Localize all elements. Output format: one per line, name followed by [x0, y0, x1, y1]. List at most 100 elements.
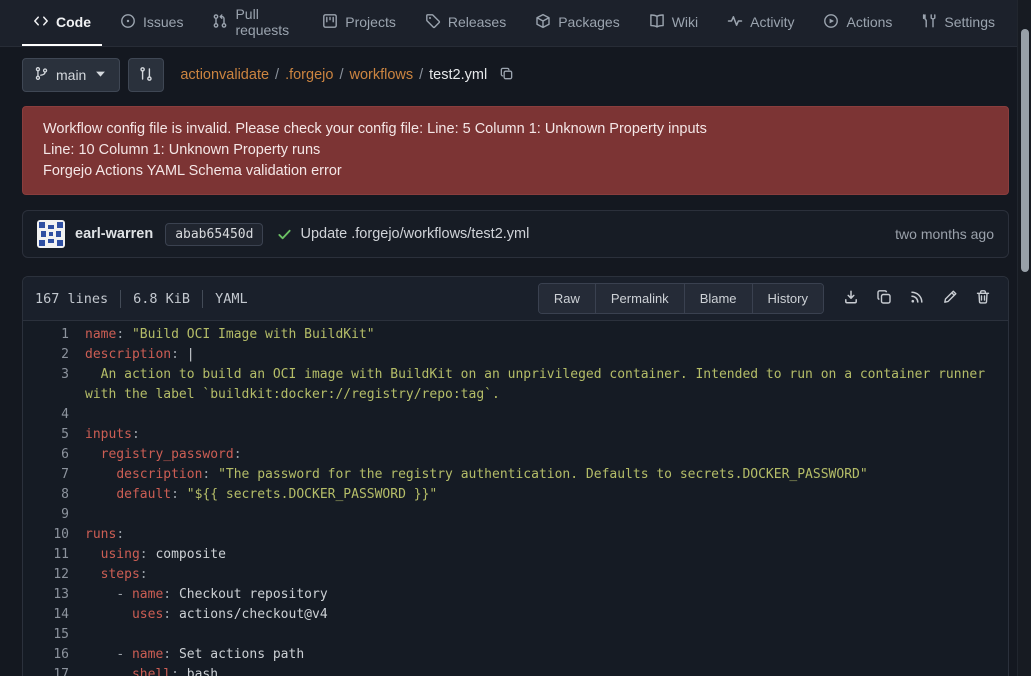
- play-circle-icon: [823, 13, 839, 32]
- breadcrumb-separator: /: [419, 67, 423, 83]
- rss-button[interactable]: [904, 286, 930, 312]
- download-icon: [843, 289, 859, 308]
- tab-wiki[interactable]: Wiki: [638, 0, 709, 46]
- code-lines: 1name: "Build OCI Image with BuildKit"2d…: [23, 325, 1008, 676]
- line-number[interactable]: 6: [23, 445, 85, 465]
- branch-button[interactable]: main: [22, 58, 120, 92]
- raw-button[interactable]: Raw: [539, 284, 595, 313]
- code-line-content: - name: Checkout repository: [85, 585, 1008, 605]
- commit-hash-badge[interactable]: abab65450d: [165, 223, 263, 246]
- tab-actions[interactable]: Actions: [812, 0, 903, 46]
- code-line-content: [85, 625, 1008, 645]
- line-number[interactable]: 16: [23, 645, 85, 665]
- line-number[interactable]: 8: [23, 485, 85, 505]
- line-number[interactable]: 5: [23, 425, 85, 445]
- code-line-content: An action to build an OCI image with Bui…: [85, 365, 1008, 405]
- tab-settings[interactable]: Settings: [910, 0, 1006, 46]
- tab-projects[interactable]: Projects: [311, 0, 407, 46]
- line-number[interactable]: 2: [23, 345, 85, 365]
- blame-button[interactable]: Blame: [684, 284, 752, 313]
- divider: [120, 290, 121, 308]
- file-header: 167 lines 6.8 KiB YAML Raw Permalink Bla…: [23, 277, 1008, 321]
- chevron-down-icon: [93, 66, 108, 84]
- breadcrumb-separator: /: [275, 67, 279, 83]
- line-number[interactable]: 15: [23, 625, 85, 645]
- breadcrumb-file-name: test2.yml: [429, 67, 487, 83]
- code-line: 6 registry_password:: [23, 445, 1008, 465]
- commit-check-icon: [277, 227, 292, 242]
- error-banner: Workflow config file is invalid. Please …: [22, 106, 1009, 195]
- file-action-icons: [838, 286, 996, 312]
- line-number[interactable]: 9: [23, 505, 85, 525]
- breadcrumb: actionvalidate / .forgejo / workflows / …: [180, 66, 514, 85]
- code-line: 14 uses: actions/checkout@v4: [23, 605, 1008, 625]
- download-button[interactable]: [838, 286, 864, 312]
- code-line-content: - name: Set actions path: [85, 645, 1008, 665]
- copy-path-button[interactable]: [499, 66, 514, 85]
- history-button[interactable]: History: [752, 284, 823, 313]
- code-line-content: [85, 405, 1008, 425]
- branch-label: main: [56, 67, 86, 83]
- tab-activity[interactable]: Activity: [716, 0, 805, 46]
- scrollbar-thumb[interactable]: [1021, 29, 1029, 272]
- code-line: 9: [23, 505, 1008, 525]
- line-number[interactable]: 7: [23, 465, 85, 485]
- tab-releases-label: Releases: [448, 14, 506, 30]
- code-line-content: registry_password:: [85, 445, 1008, 465]
- code-line: 4: [23, 405, 1008, 425]
- tab-pull-requests-label: Pull requests: [235, 6, 293, 38]
- tab-code[interactable]: Code: [22, 0, 102, 46]
- breadcrumb-repo-link[interactable]: actionvalidate: [180, 67, 269, 83]
- line-number[interactable]: 13: [23, 585, 85, 605]
- tab-wiki-label: Wiki: [672, 14, 698, 30]
- project-board-icon: [322, 13, 338, 32]
- line-number[interactable]: 3: [23, 365, 85, 405]
- breadcrumb-dir-link-workflows[interactable]: workflows: [349, 67, 413, 83]
- line-number[interactable]: 12: [23, 565, 85, 585]
- code-line-content: default: "${{ secrets.DOCKER_PASSWORD }}…: [85, 485, 1008, 505]
- file-size: 6.8 KiB: [133, 291, 190, 307]
- code-line: 10runs:: [23, 525, 1008, 545]
- tab-pull-requests[interactable]: Pull requests: [201, 0, 304, 46]
- compare-button[interactable]: [128, 58, 164, 92]
- line-number[interactable]: 1: [23, 325, 85, 345]
- commit-author[interactable]: earl-warren: [75, 226, 153, 242]
- code-line: 12 steps:: [23, 565, 1008, 585]
- rss-icon: [909, 289, 925, 308]
- code-line: 17 shell: bash: [23, 665, 1008, 676]
- code-line: 13 - name: Checkout repository: [23, 585, 1008, 605]
- copy-content-button[interactable]: [871, 286, 897, 312]
- file-lines-count: 167 lines: [35, 291, 108, 307]
- divider: [202, 290, 203, 308]
- code-line: 2description: |: [23, 345, 1008, 365]
- tab-issues[interactable]: Issues: [109, 0, 194, 46]
- view-button-group: Raw Permalink Blame History: [538, 283, 824, 314]
- tab-packages[interactable]: Packages: [524, 0, 630, 46]
- tab-packages-label: Packages: [558, 14, 619, 30]
- tab-releases[interactable]: Releases: [414, 0, 517, 46]
- file-toolbar: main actionvalidate / .forgejo / workflo…: [22, 58, 1009, 92]
- line-number[interactable]: 17: [23, 665, 85, 676]
- code-line: 15: [23, 625, 1008, 645]
- tab-settings-label: Settings: [944, 14, 995, 30]
- permalink-button[interactable]: Permalink: [595, 284, 684, 313]
- code-line-content: description: |: [85, 345, 1008, 365]
- code-line-content: description: "The password for the regis…: [85, 465, 1008, 485]
- page-scrollbar[interactable]: [1017, 0, 1031, 676]
- line-number[interactable]: 11: [23, 545, 85, 565]
- code-line-content: inputs:: [85, 425, 1008, 445]
- package-icon: [535, 13, 551, 32]
- line-number[interactable]: 10: [23, 525, 85, 545]
- file-language: YAML: [215, 291, 248, 307]
- commit-message[interactable]: Update .forgejo/workflows/test2.yml: [300, 226, 529, 242]
- code-line: 16 - name: Set actions path: [23, 645, 1008, 665]
- line-number[interactable]: 14: [23, 605, 85, 625]
- edit-button[interactable]: [937, 286, 963, 312]
- activity-pulse-icon: [727, 13, 743, 32]
- breadcrumb-dir-link-forgejo[interactable]: .forgejo: [285, 67, 333, 83]
- book-icon: [649, 13, 665, 32]
- latest-commit-box: earl-warren abab65450d Update .forgejo/w…: [22, 210, 1009, 258]
- line-number[interactable]: 4: [23, 405, 85, 425]
- avatar[interactable]: [37, 220, 65, 248]
- delete-button[interactable]: [970, 286, 996, 312]
